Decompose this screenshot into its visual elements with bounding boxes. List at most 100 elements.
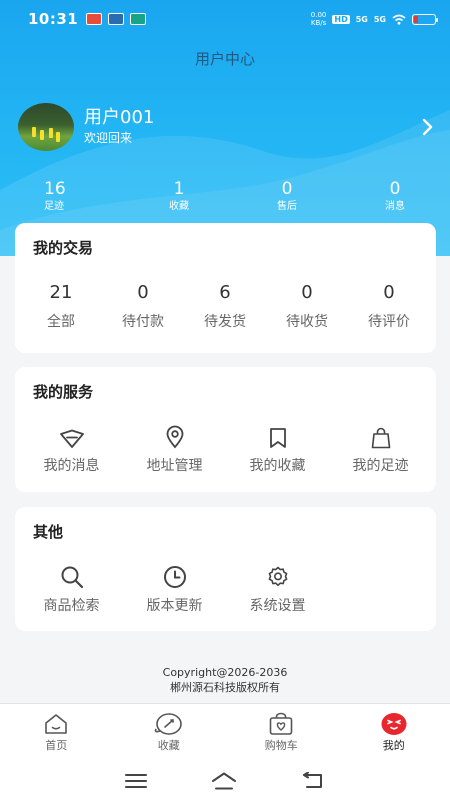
other-grid: 商品检索 版本更新 系统设置 bbox=[15, 563, 436, 617]
trade-status-row: 21 全部 0 待付款 6 待发货 0 待收货 0 待评价 bbox=[15, 281, 436, 333]
trade-pending-review[interactable]: 0 待评价 bbox=[348, 281, 430, 333]
signal-icon: 5G bbox=[373, 14, 386, 24]
profile-icon bbox=[381, 713, 407, 735]
battery-icon bbox=[412, 13, 438, 25]
other-label: 系统设置 bbox=[249, 598, 306, 614]
notification-icons bbox=[86, 13, 147, 25]
tab-cart[interactable]: 购物车 bbox=[225, 704, 338, 761]
stat-favorites[interactable]: 1 收藏 bbox=[138, 178, 220, 218]
tab-home[interactable]: 首页 bbox=[0, 704, 113, 761]
card-title: 我的服务 bbox=[33, 383, 94, 401]
status-time: 10:31 bbox=[28, 10, 79, 28]
network-speed-unit: KB/s bbox=[310, 19, 327, 27]
service-messages[interactable]: 我的消息 bbox=[20, 423, 123, 477]
app-notification-icon bbox=[130, 13, 147, 25]
trade-label: 待付款 bbox=[122, 314, 164, 330]
stat-value: 1 bbox=[173, 179, 185, 199]
wifi-icon bbox=[392, 14, 406, 25]
back-icon[interactable] bbox=[301, 771, 325, 790]
favorites-icon bbox=[154, 713, 182, 735]
tab-profile[interactable]: 我的 bbox=[338, 704, 450, 761]
clock-icon bbox=[163, 566, 186, 588]
footer-copyright: Copyright@2026-2036 郴州源石科技版权所有 bbox=[0, 665, 450, 695]
trade-count: 0 bbox=[301, 282, 313, 303]
cart-icon bbox=[269, 712, 293, 735]
service-label: 我的收藏 bbox=[249, 458, 306, 474]
trade-label: 待评价 bbox=[368, 314, 410, 330]
copyright-text: Copyright@2026-2036 bbox=[162, 666, 288, 679]
tab-label: 我的 bbox=[382, 739, 405, 752]
stat-label: 消息 bbox=[385, 201, 405, 212]
tab-label: 首页 bbox=[45, 739, 68, 752]
trade-label: 待收货 bbox=[286, 314, 328, 330]
tab-label: 购物车 bbox=[264, 739, 298, 752]
trade-label: 待发货 bbox=[204, 314, 246, 330]
trade-all[interactable]: 21 全部 bbox=[20, 281, 102, 333]
status-bar: 10:31 0.00 KB/s HD 5G 5G bbox=[0, 0, 450, 38]
network-speed: 0.00 KB/s bbox=[311, 11, 327, 27]
card-title: 我的交易 bbox=[33, 239, 94, 257]
system-navigation-bar bbox=[0, 761, 450, 800]
other-label: 商品检索 bbox=[43, 598, 100, 614]
my-trades-card: 我的交易 21 全部 0 待付款 6 待发货 0 待收货 0 待评价 bbox=[15, 223, 436, 353]
profile-info: 用户001 欢迎回来 bbox=[84, 107, 154, 147]
network-speed-value: 0.00 bbox=[310, 11, 327, 19]
signal-icon: 5G bbox=[355, 14, 368, 24]
avatar[interactable] bbox=[18, 103, 74, 151]
home-nav-icon[interactable] bbox=[211, 772, 237, 790]
other-system-settings[interactable]: 系统设置 bbox=[226, 563, 329, 617]
home-icon bbox=[45, 714, 68, 734]
tab-label: 收藏 bbox=[157, 739, 180, 752]
other-card: 其他 商品检索 版本更新 系统设置 bbox=[15, 507, 436, 631]
stat-label: 售后 bbox=[277, 201, 297, 212]
app-notification-icon bbox=[108, 13, 125, 25]
company-text: 郴州源石科技版权所有 bbox=[170, 681, 280, 694]
other-label: 版本更新 bbox=[146, 598, 203, 614]
other-product-search[interactable]: 商品检索 bbox=[20, 563, 123, 617]
location-pin-icon bbox=[166, 425, 183, 449]
bottom-tab-bar: 首页 收藏 购物车 我的 bbox=[0, 703, 450, 761]
chevron-right-icon[interactable] bbox=[422, 118, 434, 136]
search-icon bbox=[61, 566, 83, 589]
service-footprints[interactable]: 我的足迹 bbox=[329, 423, 432, 477]
gear-icon bbox=[268, 566, 287, 587]
stat-messages[interactable]: 0 消息 bbox=[354, 178, 436, 218]
stat-value: 0 bbox=[281, 179, 293, 199]
service-favorites[interactable]: 我的收藏 bbox=[226, 423, 329, 477]
trade-count: 0 bbox=[383, 282, 395, 303]
trade-pending-payment[interactable]: 0 待付款 bbox=[102, 281, 184, 333]
trade-label: 全部 bbox=[47, 314, 75, 330]
trade-count: 21 bbox=[49, 282, 73, 303]
trade-pending-shipment[interactable]: 6 待发货 bbox=[184, 281, 266, 333]
user-name: 用户001 bbox=[84, 107, 155, 128]
trade-pending-receipt[interactable]: 0 待收货 bbox=[266, 281, 348, 333]
hd-icon: HD bbox=[332, 14, 350, 24]
trade-count: 0 bbox=[137, 282, 149, 303]
profile-row[interactable]: 用户001 欢迎回来 bbox=[18, 102, 438, 152]
service-label: 我的足迹 bbox=[352, 458, 409, 474]
app-notification-icon bbox=[86, 13, 103, 25]
stat-label: 足迹 bbox=[44, 201, 64, 212]
menu-icon[interactable] bbox=[125, 773, 147, 789]
stat-after-sales[interactable]: 0 售后 bbox=[246, 178, 328, 218]
other-version-update[interactable]: 版本更新 bbox=[123, 563, 226, 617]
tab-favorites[interactable]: 收藏 bbox=[113, 704, 226, 761]
bookmark-icon bbox=[269, 428, 286, 448]
stat-footprints[interactable]: 16 足迹 bbox=[16, 178, 112, 218]
my-services-card: 我的服务 我的消息 地址管理 我的收藏 我的足迹 bbox=[15, 367, 436, 492]
stat-value: 16 bbox=[44, 179, 66, 199]
service-address[interactable]: 地址管理 bbox=[123, 423, 226, 477]
stat-value: 0 bbox=[389, 179, 401, 199]
shopping-bag-icon bbox=[371, 427, 390, 449]
user-stats: 16 足迹 1 收藏 0 售后 0 消息 bbox=[16, 178, 436, 218]
service-label: 地址管理 bbox=[146, 458, 203, 474]
service-label: 我的消息 bbox=[43, 458, 100, 474]
card-title: 其他 bbox=[33, 523, 64, 541]
welcome-text: 欢迎回来 bbox=[84, 131, 133, 145]
stat-label: 收藏 bbox=[169, 201, 189, 212]
status-right-icons: 0.00 KB/s HD 5G 5G bbox=[311, 11, 438, 27]
services-grid: 我的消息 地址管理 我的收藏 我的足迹 bbox=[15, 423, 436, 477]
page-title: 用户中心 bbox=[194, 49, 255, 68]
message-icon bbox=[59, 429, 84, 448]
trade-count: 6 bbox=[219, 282, 231, 303]
